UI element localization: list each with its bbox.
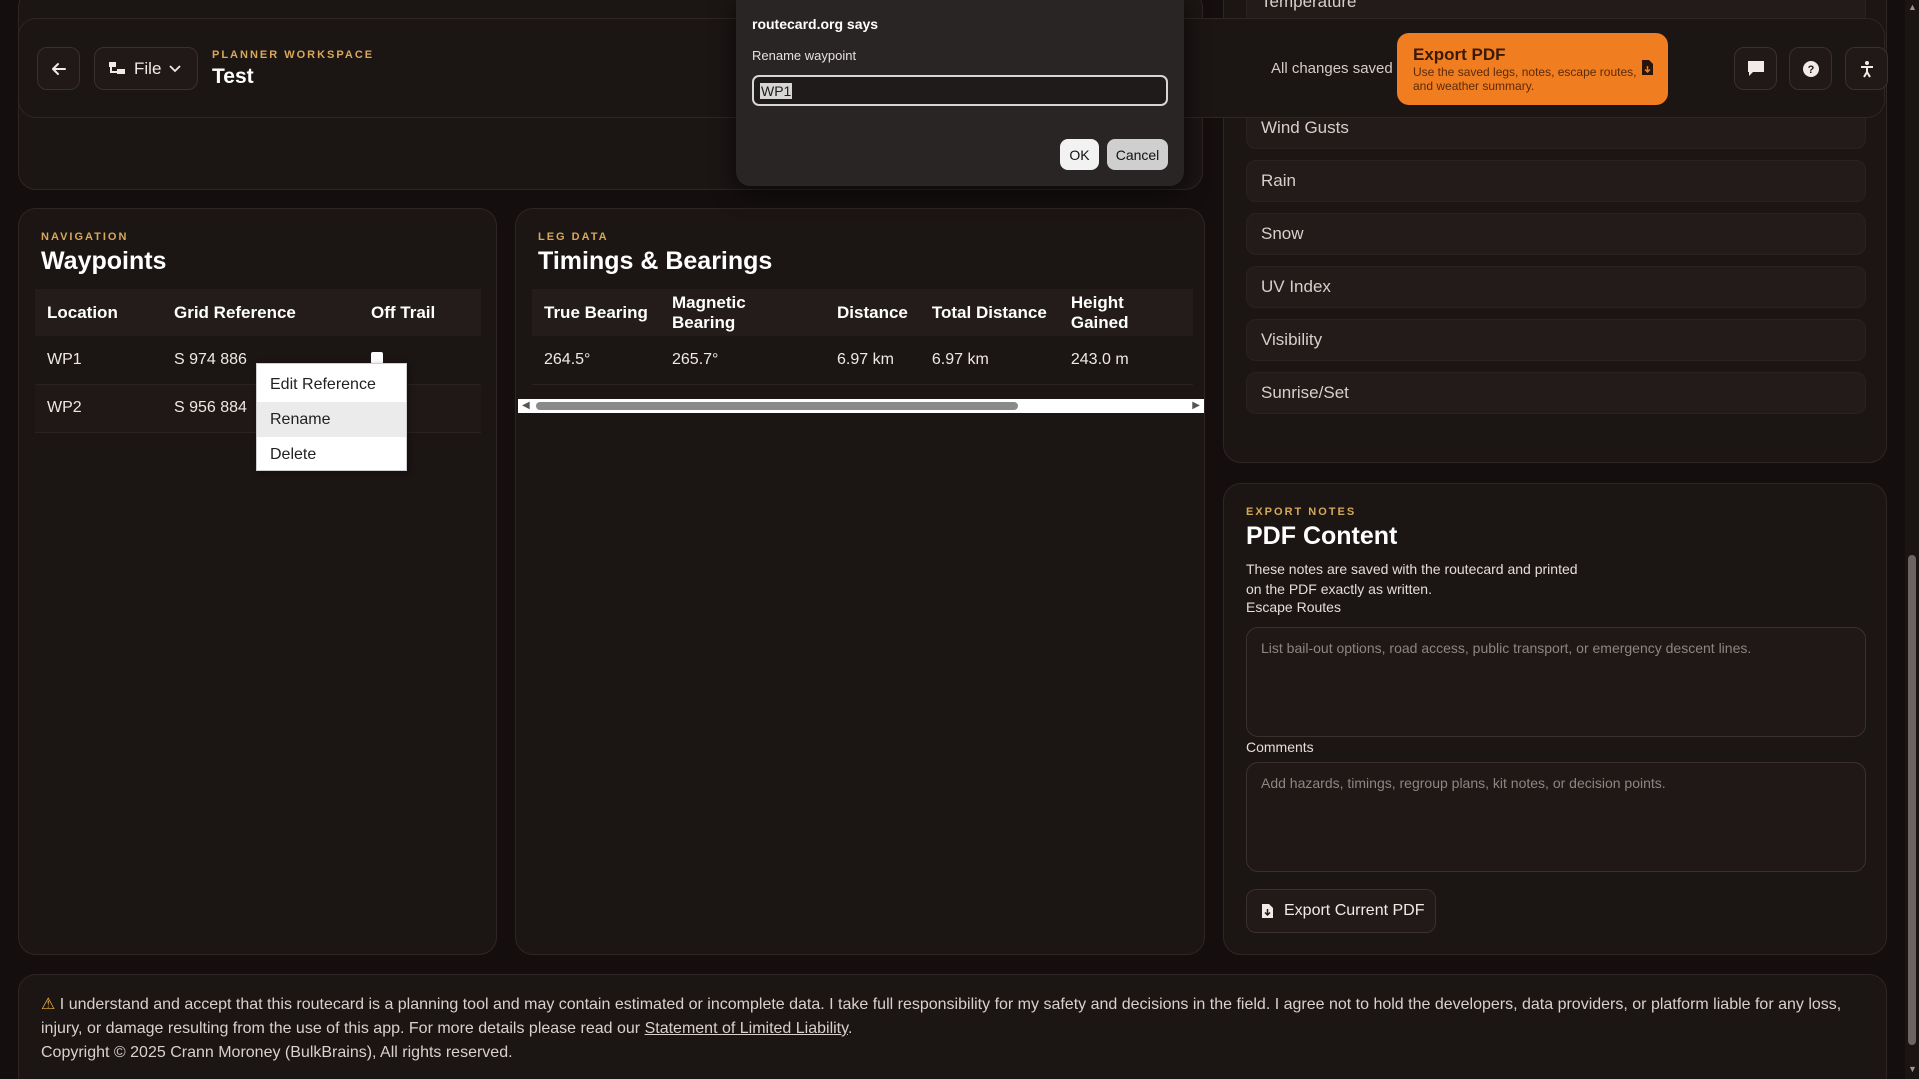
svg-text:?: ? [1807, 64, 1814, 76]
liability-link[interactable]: Statement of Limited Liability [645, 1020, 848, 1037]
help-circle-icon: ? [1802, 60, 1819, 77]
arrow-left-icon [51, 62, 66, 75]
scroll-left-icon[interactable]: ◀ [522, 400, 530, 411]
page-title: Test [212, 65, 254, 88]
weather-item-uv-index[interactable]: UV Index [1246, 266, 1866, 308]
rename-input[interactable]: WP1 [752, 75, 1168, 106]
back-button[interactable] [37, 47, 80, 90]
escape-routes-textarea[interactable]: List bail-out options, road access, publ… [1246, 627, 1866, 737]
escape-routes-label: Escape Routes [1246, 599, 1341, 615]
column-magnetic-bearing: Magnetic Bearing [660, 289, 825, 336]
total-distance-value: 6.97 km [919, 336, 1059, 385]
distance-value: 6.97 km [825, 336, 920, 385]
weather-item-visibility[interactable]: Visibility [1246, 319, 1866, 361]
save-status: All changes saved [1271, 60, 1393, 77]
timings-panel: LEG DATA Timings & Bearings True Bearing… [515, 208, 1205, 955]
file-menu-label: File [134, 58, 162, 78]
export-pdf-subtitle: Use the saved legs, notes, escape routes… [1413, 65, 1637, 93]
feedback-button[interactable] [1734, 47, 1777, 90]
timings-table: True Bearing Magnetic Bearing Distance T… [532, 289, 1193, 385]
scroll-down-icon[interactable]: ▼ [1908, 1064, 1917, 1074]
waypoints-eyebrow: NAVIGATION [41, 231, 129, 243]
column-off-trail: Off Trail [359, 289, 481, 336]
menu-item-rename[interactable]: Rename [257, 402, 406, 437]
file-tree-icon [109, 61, 125, 74]
footer: ⚠ I understand and accept that this rout… [18, 974, 1887, 1079]
disclaimer-text: I understand and accept that this routec… [41, 996, 1842, 1037]
comments-textarea[interactable]: Add hazards, timings, regroup plans, kit… [1246, 762, 1866, 872]
file-download-icon [1642, 60, 1653, 75]
export-notes-panel: EXPORT NOTES PDF Content These notes are… [1223, 483, 1887, 955]
scrollbar-thumb[interactable] [536, 402, 1018, 410]
timings-title: Timings & Bearings [538, 247, 773, 275]
file-download-icon [1262, 904, 1273, 918]
horizontal-scrollbar[interactable]: ◀ ▶ [518, 399, 1204, 413]
timings-eyebrow: LEG DATA [538, 231, 609, 243]
waypoints-title: Waypoints [41, 247, 167, 275]
scroll-right-icon[interactable]: ▶ [1192, 400, 1200, 411]
notes-eyebrow: EXPORT NOTES [1246, 506, 1357, 518]
waypoint-location[interactable]: WP2 [35, 384, 162, 433]
export-pdf-title: Export PDF [1413, 45, 1506, 64]
column-total-distance: Total Distance [919, 289, 1059, 336]
dialog-message: Rename waypoint [752, 48, 857, 63]
notes-description-line2: on the PDF exactly as written. [1246, 581, 1432, 597]
weather-item-rain[interactable]: Rain [1246, 160, 1866, 202]
accessibility-button[interactable] [1845, 47, 1888, 90]
chat-bubble-icon [1747, 61, 1764, 76]
notes-title: PDF Content [1246, 522, 1398, 550]
weather-item-snow[interactable]: Snow [1246, 213, 1866, 255]
cancel-button[interactable]: Cancel [1107, 139, 1168, 170]
magnetic-bearing-value: 265.7° [660, 336, 825, 385]
chevron-down-icon [169, 64, 182, 72]
table-row: 264.5° 265.7° 6.97 km 6.97 km 243.0 m [532, 336, 1193, 385]
export-current-pdf-button[interactable]: Export Current PDF [1246, 889, 1436, 933]
export-current-label: Export Current PDF [1284, 902, 1425, 919]
help-button[interactable]: ? [1789, 47, 1832, 90]
file-menu-button[interactable]: File [94, 47, 198, 90]
waypoint-context-menu: Edit Reference Rename Delete [256, 363, 407, 471]
rename-dialog: routecard.org says Rename waypoint WP1 O… [736, 0, 1184, 186]
scroll-up-icon[interactable]: ▲ [1908, 2, 1917, 12]
column-height-gained: Height Gained [1058, 289, 1193, 336]
column-true-bearing: True Bearing [532, 289, 660, 336]
copyright-text: Copyright © 2025 Crann Moroney (BulkBrai… [41, 1044, 513, 1061]
weather-item-sunrise-set[interactable]: Sunrise/Set [1246, 372, 1866, 414]
waypoints-panel: NAVIGATION Waypoints Location Grid Refer… [18, 208, 497, 955]
column-location: Location [35, 289, 162, 336]
warning-icon: ⚠ [41, 996, 56, 1013]
workspace-eyebrow: PLANNER WORKSPACE [212, 49, 375, 61]
page-scrollbar[interactable]: ▲ ▼ [1905, 0, 1919, 1079]
off-trail-checkbox[interactable] [371, 351, 383, 364]
menu-item-delete[interactable]: Delete [257, 437, 406, 472]
column-distance: Distance [825, 289, 920, 336]
comments-label: Comments [1246, 739, 1314, 755]
menu-item-edit-reference[interactable]: Edit Reference [257, 367, 406, 402]
page-scrollbar-thumb[interactable] [1908, 555, 1916, 1045]
ok-button[interactable]: OK [1060, 139, 1099, 170]
true-bearing-value: 264.5° [532, 336, 660, 385]
rename-input-value[interactable]: WP1 [760, 82, 793, 99]
notes-description-line1: These notes are saved with the routecard… [1246, 561, 1578, 577]
height-gained-value: 243.0 m [1058, 336, 1193, 385]
export-pdf-button[interactable]: Export PDF Use the saved legs, notes, es… [1397, 33, 1668, 105]
accessibility-icon [1860, 60, 1873, 78]
column-grid-reference: Grid Reference [162, 289, 359, 336]
footer-text: ⚠ I understand and accept that this rout… [41, 993, 1864, 1065]
waypoint-location[interactable]: WP1 [35, 336, 162, 385]
dialog-title: routecard.org says [752, 16, 879, 32]
